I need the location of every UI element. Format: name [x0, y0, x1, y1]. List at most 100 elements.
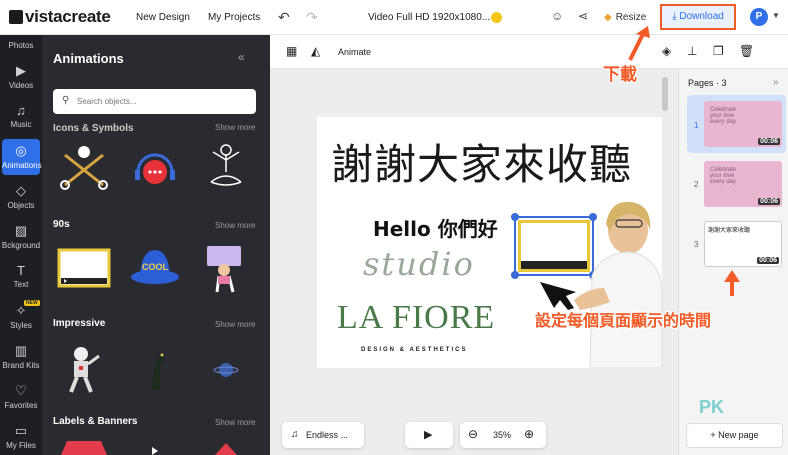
astronaut-animation[interactable] — [55, 340, 113, 395]
rail-item-my-files[interactable]: ▭ My Files — [0, 423, 42, 450]
page-thumbnail-1[interactable]: Celebrate your love every day 00:06 — [704, 101, 782, 147]
yoga-figure-animation[interactable] — [197, 140, 255, 195]
animate-button[interactable]: Animate — [338, 47, 371, 57]
slide-studio-text[interactable]: studio — [363, 245, 475, 283]
show-more-labels[interactable]: Show more — [215, 418, 255, 427]
show-more-icons[interactable]: Show more — [215, 123, 255, 132]
expand-pages-icon[interactable]: » — [773, 77, 779, 88]
collapse-panel-icon[interactable]: « — [238, 50, 245, 64]
show-more-impressive[interactable]: Show more — [215, 320, 255, 329]
comment-icon[interactable]: ☺ — [551, 9, 563, 23]
brand-kits-icon: ▥ — [14, 343, 28, 358]
zoom-control: ⊖ 35% ⊕ — [460, 422, 546, 448]
rail-item-photos[interactable]: Photos — [0, 41, 42, 50]
slide-hello-text[interactable]: Hello 你們好 — [373, 213, 498, 242]
dinosaur-animation[interactable] — [126, 340, 184, 395]
page-duration[interactable]: 00:06 — [758, 138, 780, 145]
doctor-image — [574, 201, 663, 368]
search-box: ⚲ — [53, 89, 256, 114]
download-annotation: 下載 — [603, 65, 637, 85]
redo-icon[interactable]: ↷ — [306, 9, 318, 26]
rail-item-videos[interactable]: ▶ Videos — [0, 63, 42, 90]
rail-item-animations[interactable]: ◎ Animations — [2, 139, 42, 175]
undo-icon[interactable]: ↶ — [278, 9, 290, 26]
page-duration[interactable]: 00:06 — [758, 198, 780, 205]
scissors-comb-animation[interactable] — [55, 140, 113, 195]
zoom-level[interactable]: 35% — [493, 430, 511, 440]
chevron-down-icon[interactable]: ▼ — [772, 11, 780, 20]
pk-watermark: PK — [699, 397, 725, 417]
animations-panel: Animations « ⚲ Icons & Symbols Show more… — [42, 35, 270, 455]
rail-label: Brand Kits — [2, 361, 40, 370]
music-track-label: Endless ... — [306, 430, 349, 440]
rail-item-music[interactable]: ♫ Music — [0, 103, 42, 129]
label-banner-animation-2[interactable] — [126, 435, 184, 455]
rail-label: Styles — [10, 321, 32, 330]
page-thumbnail-2[interactable]: Celebrate your love every day 00:06 — [704, 161, 782, 207]
rail-item-background[interactable]: ▨ Bckground — [0, 223, 42, 250]
avatar[interactable]: P — [750, 8, 768, 26]
my-projects-link[interactable]: My Projects — [208, 12, 260, 23]
flip-icon[interactable]: ◭ — [311, 44, 320, 58]
page-thumbnail-3[interactable]: 謝謝大家來收聽 00:06 — [704, 221, 782, 267]
duplicate-icon[interactable]: ❐ — [713, 44, 724, 58]
label-banner-animation-1[interactable] — [55, 435, 113, 455]
planet-animation[interactable] — [197, 340, 255, 395]
rail-item-styles[interactable]: NEW ✧ Styles — [0, 300, 42, 330]
music-icon: ♫ — [291, 429, 299, 440]
layers-icon[interactable]: ◈ — [662, 44, 671, 58]
panel-title: Animations — [53, 51, 124, 66]
resize-button[interactable]: ◆ Resize — [604, 12, 646, 23]
music-track-control[interactable]: ♫ Endless ... — [282, 422, 364, 448]
canvas-scrollbar[interactable] — [662, 77, 668, 111]
new-page-button[interactable]: + New page — [686, 423, 783, 448]
rail-item-brand-kits[interactable]: ▥ Brand Kits — [0, 343, 42, 370]
premium-badge-icon — [491, 12, 502, 23]
show-more-90s[interactable]: Show more — [215, 221, 255, 230]
new-tag: NEW — [24, 300, 40, 306]
video-player-animation[interactable] — [55, 240, 113, 295]
top-bar: vistacreate New Design My Projects ↶ ↷ V… — [0, 0, 788, 35]
logo-text: vistacreate — [25, 7, 111, 26]
download-button[interactable]: ⤓ Download — [660, 4, 736, 30]
pages-annotation-arrow-icon — [724, 270, 740, 296]
zoom-in-icon[interactable]: ⊕ — [524, 427, 534, 441]
text-icon: T — [17, 263, 25, 278]
logo-mark-icon — [9, 10, 23, 24]
label-banner-animation-3[interactable] — [197, 435, 255, 455]
align-icon[interactable]: ⊥ — [687, 44, 697, 58]
plus-icon: + — [710, 430, 719, 440]
new-page-label: New page — [718, 430, 759, 440]
play-button[interactable]: ▶ — [405, 422, 453, 448]
background-icon: ▨ — [14, 223, 28, 238]
new-design-link[interactable]: New Design — [136, 12, 190, 23]
search-input[interactable] — [77, 93, 247, 110]
headset-chat-animation[interactable] — [126, 140, 184, 195]
bucket-hat-animation[interactable]: COOL — [126, 240, 184, 295]
rail-item-text[interactable]: T Text — [0, 263, 42, 289]
resize-handle[interactable] — [511, 213, 519, 221]
page-number: 3 — [694, 240, 699, 249]
slide-headline[interactable]: 謝謝大家來收聽 — [331, 131, 632, 192]
resize-label: Resize — [615, 12, 647, 23]
canvas-toolbar: ▦ ◭ Animate ◈ ⊥ ❐ 🗑 — [270, 35, 788, 69]
vistacreate-logo[interactable]: vistacreate — [9, 7, 111, 27]
rail-label: Bckground — [1, 241, 41, 250]
delete-icon[interactable]: 🗑 — [739, 44, 754, 58]
page-number: 1 — [694, 121, 699, 130]
transparency-icon[interactable]: ▦ — [286, 44, 297, 58]
share-icon[interactable]: ⋖ — [578, 9, 588, 23]
pages-panel: Pages · 3 » 1 Celebrate your love every … — [678, 69, 788, 455]
rail-item-objects[interactable]: ◇ Objects — [0, 183, 42, 210]
rail-item-favorites[interactable]: ♡ Favorites — [0, 383, 42, 410]
resize-handle[interactable] — [511, 271, 519, 279]
pages-annotation: 設定每個頁面顯示的時間 — [535, 311, 712, 330]
document-title[interactable]: Video Full HD 1920x1080... — [368, 12, 490, 23]
slide-brand-name[interactable]: LA FIORE — [337, 299, 495, 337]
page-duration[interactable]: 00:06 — [757, 257, 779, 264]
slide-brand-tagline[interactable]: DESIGN & AESTHETICS — [361, 347, 467, 353]
section-title-labels: Labels & Banners — [53, 416, 138, 427]
page-thumb-text: 謝謝大家來收聽 — [708, 227, 751, 234]
cassette-girl-animation[interactable] — [197, 240, 255, 295]
zoom-out-icon[interactable]: ⊖ — [468, 427, 478, 441]
